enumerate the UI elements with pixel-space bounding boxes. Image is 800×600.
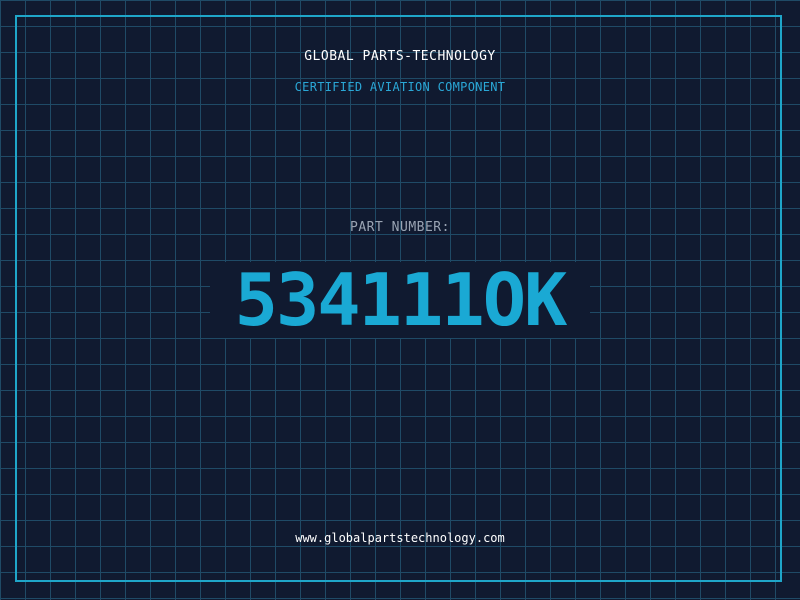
company-name: GLOBAL PARTS-TECHNOLOGY [304,49,496,64]
part-number-value: 534111OK [234,258,568,342]
website-url: www.globalpartstechnology.com [295,531,505,545]
certificate-page: { "header": { "company": "GLOBAL PARTS-T… [0,0,800,600]
part-number-label: PART NUMBER: [350,220,450,235]
tagline: CERTIFIED AVIATION COMPONENT [294,80,506,94]
